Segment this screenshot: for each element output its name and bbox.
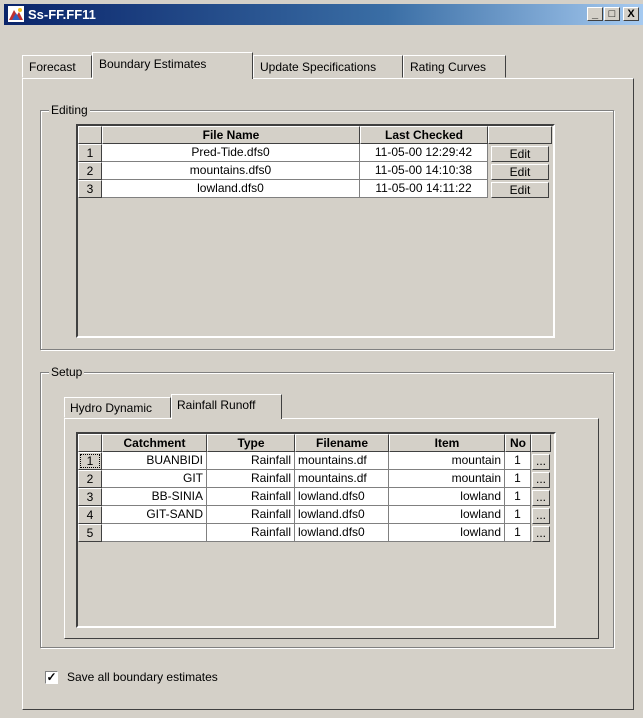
browse-button[interactable]: ... [532, 490, 550, 506]
filename-cell[interactable]: mountains.df [295, 452, 389, 470]
edit-button[interactable]: Edit [491, 146, 549, 162]
filename-cell[interactable]: lowland.dfs0 [295, 524, 389, 542]
item-cell[interactable]: lowland [389, 506, 505, 524]
filename-cell[interactable]: mountains.df [295, 470, 389, 488]
tab-rainfall-runoff[interactable]: Rainfall Runoff [171, 394, 282, 419]
no-cell[interactable]: 1 [505, 452, 531, 470]
no-cell[interactable]: 1 [505, 524, 531, 542]
grid-corner [78, 434, 102, 452]
tab-forecast[interactable]: Forecast [22, 55, 92, 78]
row-number[interactable]: 5 [78, 524, 102, 542]
catchment-cell[interactable]: BUANBIDI [102, 452, 207, 470]
column-header-no[interactable]: No [505, 434, 531, 452]
last-checked-cell[interactable]: 11-05-00 12:29:42 [360, 144, 488, 162]
grid-corner [78, 126, 102, 144]
catchment-cell[interactable]: BB-SINIA [102, 488, 207, 506]
minimize-button[interactable]: _ [587, 7, 603, 21]
row-number[interactable]: 2 [78, 162, 102, 180]
no-cell[interactable]: 1 [505, 506, 531, 524]
file-name-cell[interactable]: mountains.dfs0 [102, 162, 360, 180]
row-number[interactable]: 1 [78, 144, 102, 162]
column-header-last-checked[interactable]: Last Checked [360, 126, 488, 144]
type-cell[interactable]: Rainfall [207, 470, 295, 488]
type-cell[interactable]: Rainfall [207, 506, 295, 524]
browse-button[interactable]: ... [532, 526, 550, 542]
browse-button[interactable]: ... [532, 472, 550, 488]
column-header-file-name[interactable]: File Name [102, 126, 360, 144]
column-header-action [488, 126, 552, 144]
catchment-cell[interactable]: GIT [102, 470, 207, 488]
row-number[interactable]: 1 [78, 452, 102, 470]
column-header-catchment[interactable]: Catchment [102, 434, 207, 452]
no-cell[interactable]: 1 [505, 488, 531, 506]
tab-hydro-dynamic[interactable]: Hydro Dynamic [64, 397, 171, 418]
row-number[interactable]: 3 [78, 180, 102, 198]
app-icon [8, 6, 24, 22]
close-button[interactable]: X [623, 7, 639, 21]
type-cell[interactable]: Rainfall [207, 524, 295, 542]
column-header-browse [531, 434, 551, 452]
filename-cell[interactable]: lowland.dfs0 [295, 488, 389, 506]
browse-button[interactable]: ... [532, 454, 550, 470]
column-header-filename[interactable]: Filename [295, 434, 389, 452]
tab-rating-curves[interactable]: Rating Curves [403, 55, 506, 78]
editing-legend: Editing [49, 103, 90, 117]
file-name-cell[interactable]: Pred-Tide.dfs0 [102, 144, 360, 162]
setup-legend: Setup [49, 365, 85, 379]
row-number[interactable]: 3 [78, 488, 102, 506]
window-title: Ss-FF.FF11 [28, 7, 96, 22]
type-cell[interactable]: Rainfall [207, 488, 295, 506]
row-number[interactable]: 2 [78, 470, 102, 488]
last-checked-cell[interactable]: 11-05-00 14:10:38 [360, 162, 488, 180]
column-header-type[interactable]: Type [207, 434, 295, 452]
item-cell[interactable]: lowland [389, 488, 505, 506]
maximize-button[interactable]: □ [604, 7, 620, 21]
tab-update-specifications[interactable]: Update Specifications [253, 55, 403, 78]
no-cell[interactable]: 1 [505, 470, 531, 488]
save-all-checkbox[interactable]: ✓ [45, 671, 58, 684]
item-cell[interactable]: mountain [389, 470, 505, 488]
column-header-item[interactable]: Item [389, 434, 505, 452]
editing-grid: File Name Last Checked 1 Pred-Tide.dfs0 … [76, 124, 555, 338]
tab-boundary-estimates[interactable]: Boundary Estimates [92, 52, 253, 79]
file-name-cell[interactable]: lowland.dfs0 [102, 180, 360, 198]
item-cell[interactable]: mountain [389, 452, 505, 470]
item-cell[interactable]: lowland [389, 524, 505, 542]
last-checked-cell[interactable]: 11-05-00 14:11:22 [360, 180, 488, 198]
edit-button[interactable]: Edit [491, 164, 549, 180]
type-cell[interactable]: Rainfall [207, 452, 295, 470]
title-bar[interactable]: Ss-FF.FF11 _ □ X [4, 4, 643, 25]
save-all-label[interactable]: Save all boundary estimates [67, 670, 218, 684]
catchment-cell[interactable]: GIT-SAND [102, 506, 207, 524]
setup-grid: Catchment Type Filename Item No 1 BUANBI… [76, 432, 556, 628]
filename-cell[interactable]: lowland.dfs0 [295, 506, 389, 524]
catchment-cell[interactable] [102, 524, 207, 542]
row-number[interactable]: 4 [78, 506, 102, 524]
browse-button[interactable]: ... [532, 508, 550, 524]
edit-button[interactable]: Edit [491, 182, 549, 198]
application-window: Ss-FF.FF11 _ □ X Forecast Boundary Estim… [0, 0, 643, 718]
